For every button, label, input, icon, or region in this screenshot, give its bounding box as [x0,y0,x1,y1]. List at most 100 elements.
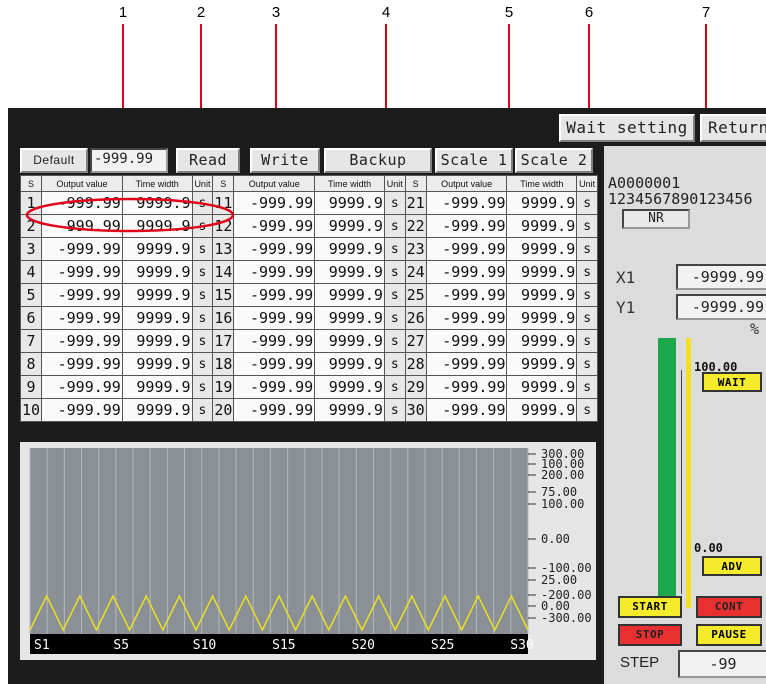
step-number-cell: 14 [212,260,235,284]
time-width-cell[interactable]: 9999.9 [506,237,578,261]
output-value-cell[interactable]: -999.99 [41,375,123,399]
time-width-cell[interactable]: 9999.9 [314,191,385,215]
output-value-cell[interactable]: -999.99 [41,306,123,330]
x1-value-field[interactable]: -9999.99 [676,264,766,290]
output-value-cell[interactable]: -999.99 [233,352,316,376]
output-value-cell[interactable]: -999.99 [425,329,508,353]
step-number-cell: 4 [19,260,43,284]
default-button[interactable]: Default [20,148,88,173]
time-width-cell[interactable]: 9999.9 [506,306,578,330]
output-value-cell[interactable]: -999.99 [41,237,123,261]
return-button[interactable]: Return [700,114,766,142]
time-width-cell[interactable]: 9999.9 [314,237,385,261]
y-tick-label: 25.00 [541,573,577,587]
step-number-cell: 22 [404,214,427,238]
output-value-cell[interactable]: -999.99 [425,352,508,376]
adv-button[interactable]: ADV [702,556,762,576]
time-width-cell[interactable]: 9999.9 [314,398,385,422]
output-value-cell[interactable]: -999.99 [233,237,316,261]
unit-cell: s [191,398,214,422]
unit-cell: s [576,283,598,307]
time-width-cell[interactable]: 9999.9 [121,306,193,330]
step-number-cell: 18 [212,352,235,376]
output-value-cell[interactable]: -999.99 [41,352,123,376]
time-width-cell[interactable]: 9999.9 [506,214,578,238]
unit-cell: s [383,329,406,353]
output-value-cell[interactable]: -999.99 [425,237,508,261]
output-value-cell[interactable]: -999.99 [41,283,123,307]
cont-button[interactable]: CONT [696,596,762,618]
write-button[interactable]: Write [250,148,320,173]
output-value-cell[interactable]: -999.99 [425,214,508,238]
unit-cell: s [576,398,598,422]
start-button[interactable]: START [618,596,682,618]
output-value-cell[interactable]: -999.99 [41,260,123,284]
time-width-cell[interactable]: 9999.9 [314,352,385,376]
step-value-field[interactable]: -99 [678,650,766,678]
stop-button[interactable]: STOP [618,624,682,646]
output-value-cell[interactable]: -999.99 [41,398,123,422]
unit-cell: s [383,214,406,238]
level-bar-track [658,338,676,608]
time-width-cell[interactable]: 9999.9 [506,352,578,376]
unit-cell: s [383,306,406,330]
column-header: Output value [425,175,508,192]
time-width-cell[interactable]: 9999.9 [506,283,578,307]
unit-cell: s [576,329,598,353]
time-width-cell[interactable]: 9999.9 [121,237,193,261]
callout-1: 1 [118,4,128,21]
table-row: 9 -999.99 9999.9 s 19 -999.99 9999.9 s 29 -999.99… [19,375,598,399]
step-number-cell: 25 [404,283,427,307]
output-value-cell[interactable]: -999.99 [233,375,316,399]
time-width-cell[interactable]: 9999.9 [121,398,193,422]
y1-value-field[interactable]: -9999.99 [676,294,766,320]
callout-7: 7 [701,4,711,21]
x1-label: X1 [616,268,636,287]
output-value-cell[interactable]: -999.99 [425,191,508,215]
time-width-cell[interactable]: 9999.9 [506,260,578,284]
scale1-button[interactable]: Scale 1 [435,148,513,173]
time-width-cell[interactable]: 9999.9 [121,283,193,307]
output-value-cell[interactable]: -999.99 [233,214,316,238]
step-number-cell: 20 [212,398,235,422]
column-header: Output value [233,175,316,192]
time-width-cell[interactable]: 9999.9 [314,329,385,353]
unit-cell: s [383,283,406,307]
time-width-cell[interactable]: 9999.9 [314,375,385,399]
time-width-cell[interactable]: 9999.9 [506,398,578,422]
output-value-cell[interactable]: -999.99 [41,329,123,353]
program-digits: 1234567890123456 [608,190,753,208]
time-width-cell[interactable]: 9999.9 [121,260,193,284]
time-width-cell[interactable]: 9999.9 [314,283,385,307]
time-width-cell[interactable]: 9999.9 [506,375,578,399]
default-label: Default [33,153,75,167]
time-width-cell[interactable]: 9999.9 [121,375,193,399]
time-width-cell[interactable]: 9999.9 [314,260,385,284]
time-width-cell[interactable]: 9999.9 [506,191,578,215]
time-width-cell[interactable]: 9999.9 [121,329,193,353]
time-width-cell[interactable]: 9999.9 [314,306,385,330]
output-value-cell[interactable]: -999.99 [425,260,508,284]
output-value-cell[interactable]: -999.99 [233,191,316,215]
read-button[interactable]: Read [176,148,240,173]
time-width-cell[interactable]: 9999.9 [314,214,385,238]
unit-cell: s [383,375,406,399]
column-header: Unit [191,175,214,192]
output-value-cell[interactable]: -999.99 [233,329,316,353]
output-value-cell[interactable]: -999.99 [233,398,316,422]
backup-button[interactable]: Backup [324,148,432,173]
default-value-field[interactable]: -999.99 [90,148,168,173]
scale2-button[interactable]: Scale 2 [515,148,593,173]
output-value-cell[interactable]: -999.99 [233,260,316,284]
pause-button[interactable]: PAUSE [696,624,762,646]
output-value-cell[interactable]: -999.99 [233,306,316,330]
wait-setting-button[interactable]: Wait setting [559,114,695,142]
output-value-cell[interactable]: -999.99 [425,283,508,307]
output-value-cell[interactable]: -999.99 [425,375,508,399]
time-width-cell[interactable]: 9999.9 [121,352,193,376]
output-value-cell[interactable]: -999.99 [425,398,508,422]
output-value-cell[interactable]: -999.99 [425,306,508,330]
step-number-cell: 24 [404,260,427,284]
time-width-cell[interactable]: 9999.9 [506,329,578,353]
output-value-cell[interactable]: -999.99 [233,283,316,307]
